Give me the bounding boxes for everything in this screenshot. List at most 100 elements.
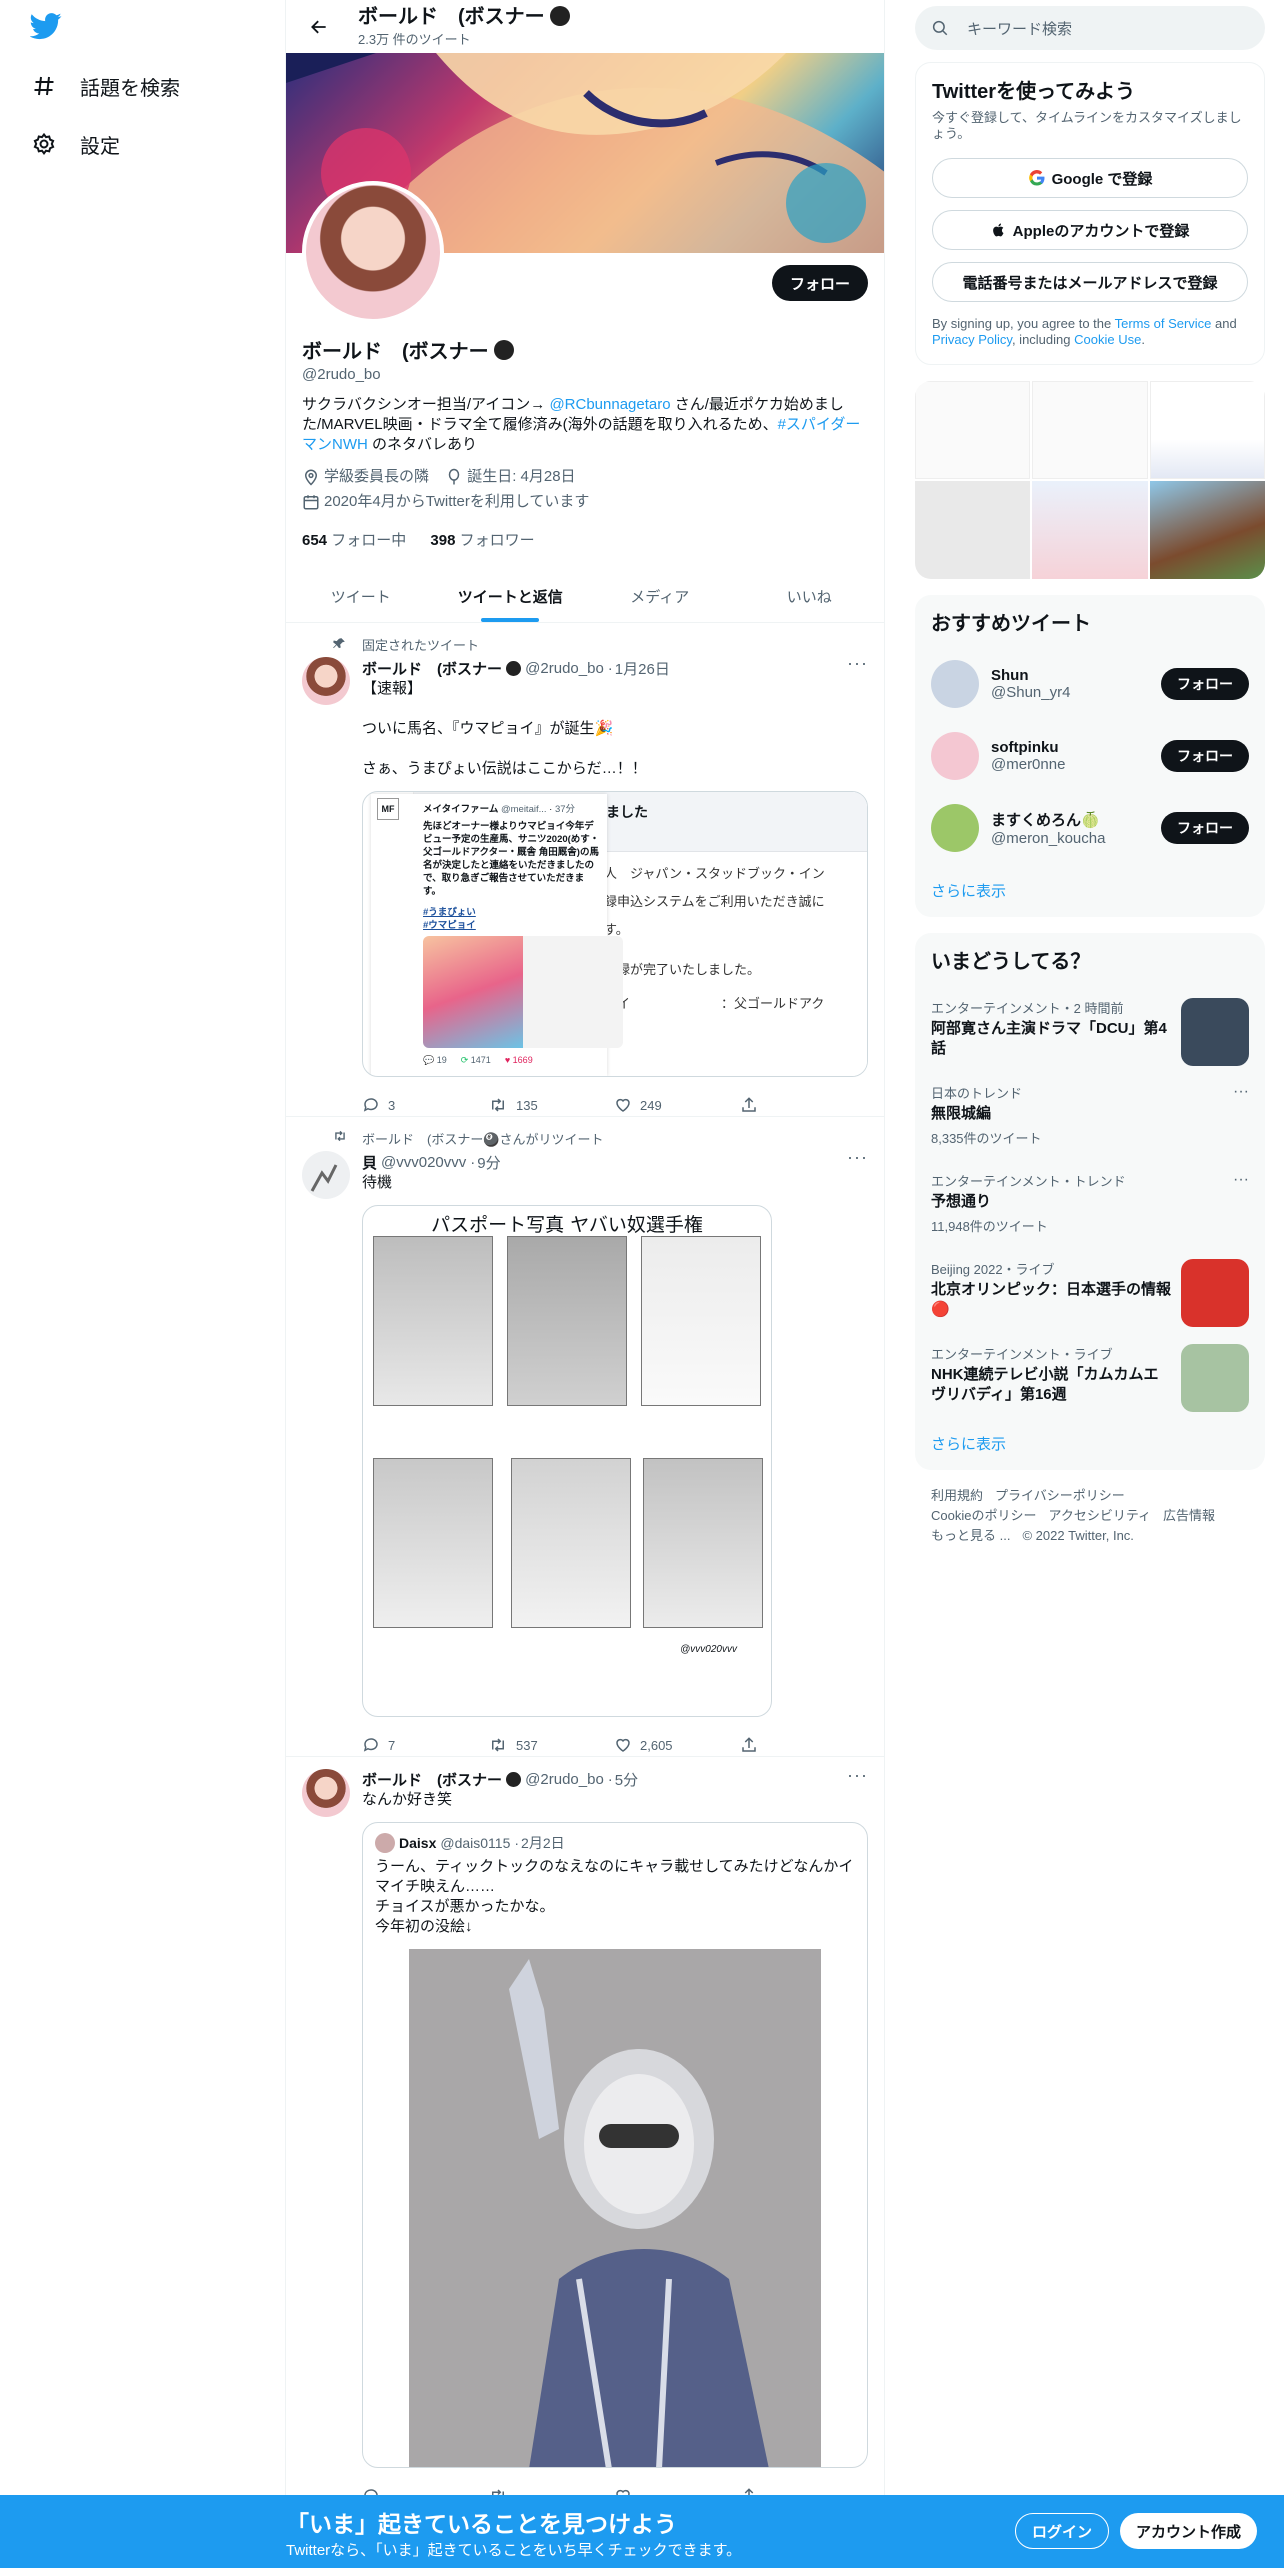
tab-tweets[interactable]: ツイート [286,570,436,622]
footer-link[interactable]: プライバシーポリシー [995,1488,1125,1503]
twitter-logo-icon[interactable] [29,10,70,50]
recommended-tweets-card: おすすめツイート Shun @Shun_yr4 フォロー softpinku @me… [915,595,1265,917]
nav-explore[interactable]: 話題を検索 [30,64,180,108]
photo-thumb[interactable] [915,481,1031,579]
photo-thumb[interactable] [915,381,1031,479]
recommended-user[interactable]: Shun @Shun_yr4 フォロー [915,648,1265,720]
user-avatar[interactable] [931,732,979,780]
share-button[interactable] [740,1736,866,1754]
follow-button[interactable]: フォロー [771,265,868,301]
show-more-link[interactable]: さらに表示 [915,864,1265,917]
tweet-header: ボールド (ボスナー @2rudo_bo · 1月26日 [362,660,670,678]
topbar-tweet-count: 2.3万 件のツイート [358,32,471,47]
more-options-icon[interactable]: ··· [847,1147,868,1168]
profile-bio: サクラバクシンオー担当/アイコン→ @RCbunnagetaro さん/最近ポケ… [302,396,861,453]
recommended-user[interactable]: softpinku @mer0nne フォロー [915,720,1265,792]
reply-button[interactable]: 3 [362,1096,488,1114]
quoted-image[interactable]: 完了しました 人 ジャパン・スタッドブック・イン 録申込システムをご利用いただき… [362,791,868,1077]
back-arrow-icon[interactable] [302,10,336,44]
like-button[interactable]: 2,605 [614,1736,740,1754]
heart-icon [616,1098,630,1112]
recommend-title: おすすめツイート [931,613,1091,635]
show-more-link[interactable]: さらに表示 [915,1417,1265,1470]
bio-mention-link[interactable]: @RCbunnagetaro [549,396,670,413]
heart-icon [616,1738,630,1752]
follow-button[interactable]: フォロー [1161,740,1249,772]
footer-link[interactable]: Cookieのポリシー [931,1508,1036,1523]
create-account-button[interactable]: アカウント作成 [1120,2513,1258,2549]
tweet[interactable]: 固定されたツイート ··· ボールド (ボスナー @2rudo_bo · 1月26日… [286,623,884,1117]
tweet-avatar[interactable] [302,1769,350,1817]
retweet-button[interactable]: 135 [488,1096,614,1114]
search-input[interactable]: キーワード検索 [915,6,1265,50]
footer-link[interactable]: 広告情報 [1163,1508,1215,1523]
tweet[interactable]: ボールド (ボスナー🎱さんがリツイート ··· 貝 @vvv020vvv · 9分 待… [286,1117,884,1757]
left-navigation: 話題を検索 設定 [0,0,286,2568]
recommended-user[interactable]: ますくめろん🍈 @meron_koucha フォロー [915,792,1265,864]
follow-button[interactable]: フォロー [1161,668,1249,700]
trend-item[interactable]: 日本のトレンド 無限城編 8,335件のツイート ··· [915,1071,1265,1159]
terms-link[interactable]: Terms of Service [1115,316,1212,331]
tweet-avatar[interactable] [302,657,350,705]
trends-card: いまどうしてる？ エンターテインメント・2 時間前 阿部寛さん主演ドラマ「DCU… [915,933,1265,1470]
user-avatar[interactable] [931,804,979,852]
apple-signup-button[interactable]: Appleのアカウントで登録 [932,210,1248,250]
photo-thumb[interactable] [1149,481,1265,579]
cookie-link[interactable]: Cookie Use [1074,332,1141,347]
right-sidebar: キーワード検索 Twitterを使ってみよう 今すぐ登録して、タイムラインをカス… [915,0,1265,1546]
photo-thumb[interactable] [1032,481,1148,579]
quoted-tweet[interactable]: Daisx @dais0115 · 2月2日 うーん、ティックトックのなえなのにキャラ… [362,1822,868,2468]
profile-follow-counts: 654 フォロー中 398 フォロワー [286,529,884,550]
trend-thumbnail [1181,998,1249,1066]
main-column: ボールド (ボスナー 2.3万 件のツイート フォロー ボールド (ボスナー @… [285,0,885,2568]
phone-email-signup-button[interactable]: 電話番号またはメールアドレスで登録 [932,262,1248,302]
retweet-icon [335,1130,345,1142]
trend-item[interactable]: エンターテインメント・トレンド 予想通り 11,948件のツイート ··· [915,1159,1265,1247]
photo-thumb[interactable] [1032,381,1148,479]
footer-link[interactable]: もっと見る ... [931,1528,1010,1543]
google-signup-button[interactable]: Google で登録 [932,158,1248,198]
profile-avatar[interactable] [302,181,444,323]
trend-item[interactable]: エンターテインメント・2 時間前 阿部寛さん主演ドラマ「DCU」第4話 [915,986,1265,1071]
followers-link[interactable]: 398 フォロワー [430,532,554,549]
tab-media[interactable]: メディア [585,570,735,622]
profile-name: ボールド (ボスナー [286,335,884,364]
photo-thumb[interactable] [1149,381,1265,479]
login-button[interactable]: ログイン [1015,2513,1110,2549]
following-link[interactable]: 654 フォロー中 [302,532,426,549]
search-icon [932,20,948,36]
follow-button[interactable]: フォロー [1161,812,1249,844]
user-avatar[interactable] [931,660,979,708]
tweet-header: 貝 @vvv020vvv · 9分 [362,1154,501,1172]
more-options-icon[interactable]: ··· [847,1765,868,1786]
tweet[interactable]: ··· ボールド (ボスナー @2rudo_bo · 5分 なんか好き笑 Daisx… [286,1757,884,2557]
share-button[interactable] [740,1096,866,1114]
google-icon [1028,170,1045,186]
footer-link[interactable]: アクセシビリティ [1048,1508,1151,1523]
balloon-icon [448,468,460,485]
footer-link[interactable]: 利用規約 [931,1488,983,1503]
tweet-image[interactable]: パスポート写真 ヤバい奴選手権 @vvv020vvv [362,1205,772,1717]
tweet-avatar[interactable] [302,1151,350,1199]
trend-item[interactable]: Beijing 2022・ライブ 北京オリンピック：日本選手の情報🔴 [915,1247,1265,1332]
quoted-tweet-screenshot: MF メイタイファーム @meitaif... · 37分 先ほどオーナー様より… [371,794,623,1076]
profile-photo-grid [915,381,1265,579]
quoted-image[interactable] [409,1949,821,2467]
8-ball-icon [550,6,571,26]
reply-button[interactable]: 7 [362,1736,488,1754]
trend-item[interactable]: エンターテインメント・ライブ NHK連続テレビ小説「カムカムエヴリバディ」第16… [915,1332,1265,1417]
tab-likes[interactable]: いいね [735,570,885,622]
topbar-profile-name: ボールド (ボスナー [358,5,571,29]
portrait-grid [373,1236,763,1646]
signup-card: Twitterを使ってみよう 今すぐ登録して、タイムラインをカスタマイズしましょ… [915,62,1265,365]
more-options-icon[interactable]: ··· [847,653,868,674]
retweet-button[interactable]: 537 [488,1736,614,1754]
like-button[interactable]: 249 [614,1096,740,1114]
nav-settings-label: 設定 [80,135,120,158]
more-options-icon[interactable]: ··· [1233,1171,1249,1189]
nav-settings[interactable]: 設定 [30,122,120,166]
more-options-icon[interactable]: ··· [1233,1083,1249,1101]
privacy-link[interactable]: Privacy Policy [932,332,1012,347]
footer-links: 利用規約 プライバシーポリシー Cookieのポリシー アクセシビリティ 広告情報 も… [915,1486,1265,1546]
tab-tweets-and-replies[interactable]: ツイートと返信 [436,570,586,622]
